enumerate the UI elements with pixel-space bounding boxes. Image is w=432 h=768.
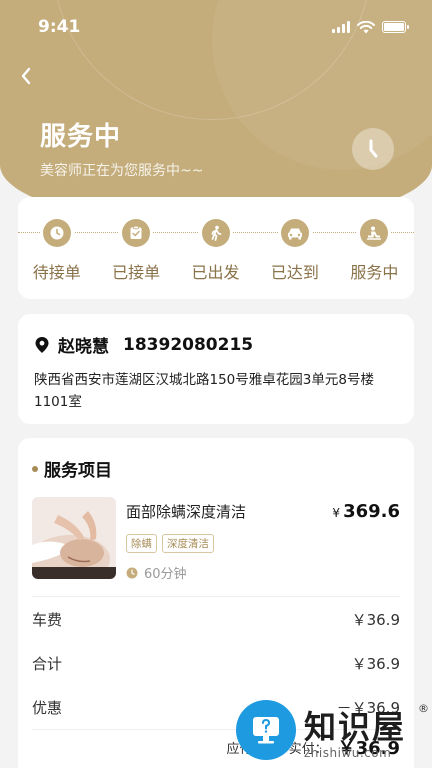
service-duration: 60分钟	[126, 563, 400, 582]
service-info: 面部除螨深度清洁 ¥369.6 除螨 深度清洁 60分钟	[126, 497, 400, 582]
address-detail: 陕西省西安市莲湖区汉城北路150号雅卓花园3单元8号楼1101室	[34, 372, 374, 410]
help-monitor-icon	[253, 717, 279, 744]
wifi-icon	[357, 20, 375, 33]
battery-icon	[382, 21, 409, 33]
watermark-url: zhishiwu.com	[304, 746, 392, 760]
address-header: 赵晓慧 18392080215	[34, 332, 398, 357]
order-progress-card: 待接单 已接单 已出发 已达到 服务中	[18, 197, 414, 299]
fee-value: ￥36.9	[351, 654, 400, 673]
signal-icon	[332, 21, 350, 33]
step-label: 已出发	[191, 263, 240, 282]
fee-label: 车费	[32, 610, 63, 629]
service-tag: 除螨	[126, 534, 157, 553]
status-icons	[332, 20, 409, 34]
fee-row-car: 车费 ￥36.9	[32, 597, 400, 641]
progress-steps: 待接单 已接单 已出发 已达到 服务中	[18, 219, 414, 283]
car-icon	[280, 219, 309, 247]
address-card[interactable]: 赵晓慧 18392080215 陕西省西安市莲湖区汉城北路150号雅卓花园3单元…	[18, 314, 414, 424]
customer-phone: 18392080215	[123, 334, 254, 355]
service-section-header: 服务项目	[32, 456, 400, 481]
step-in-service: 服务中	[335, 219, 414, 283]
status-bar: 9:41	[0, 0, 432, 54]
page-subtitle: 美容师正在为您服务中~~	[40, 163, 204, 179]
step-departed: 已出发	[176, 219, 255, 283]
step-arrived: 已达到	[255, 219, 334, 283]
watermark-text: 知识屋	[304, 708, 407, 746]
page-title: 服务中	[40, 122, 122, 152]
customer-name: 赵晓慧	[58, 337, 109, 357]
service-thumbnail	[32, 497, 116, 579]
currency-symbol: ¥	[332, 506, 341, 520]
watermark: 知识屋 ® zhishiwu.com	[236, 700, 432, 768]
back-button[interactable]	[14, 62, 38, 90]
clock-icon	[42, 219, 71, 247]
clipboard-check-icon	[122, 219, 151, 247]
service-price-value: 369.6	[343, 501, 400, 522]
step-label: 待接单	[32, 263, 81, 282]
fee-label: 合计	[32, 654, 63, 673]
service-tag: 深度清洁	[162, 534, 214, 553]
massage-icon	[360, 219, 389, 247]
clock-icon	[126, 567, 138, 578]
step-label: 已达到	[270, 263, 319, 282]
status-time: 9:41	[38, 17, 81, 37]
section-dot	[32, 465, 38, 472]
service-price: ¥369.6	[332, 501, 400, 522]
location-pin-icon	[35, 336, 49, 353]
fee-value: ￥36.9	[351, 610, 400, 629]
watermark-registered: ®	[418, 702, 429, 715]
step-accepted: 已接单	[96, 219, 175, 283]
step-label: 服务中	[350, 263, 399, 282]
service-section-title: 服务项目	[44, 461, 112, 481]
service-item[interactable]: 面部除螨深度清洁 ¥369.6 除螨 深度清洁 60分钟	[32, 497, 400, 582]
time-button[interactable]	[352, 128, 394, 170]
duration-text: 60分钟	[144, 567, 187, 582]
watermark-logo	[236, 700, 296, 760]
fee-row-subtotal: 合计 ￥36.9	[32, 641, 400, 685]
service-tags: 除螨 深度清洁	[126, 534, 400, 553]
step-label: 已接单	[112, 263, 161, 282]
fee-label: 优惠	[32, 698, 63, 717]
clock-icon	[369, 139, 378, 158]
step-pending: 待接单	[17, 219, 96, 283]
chevron-left-icon	[21, 67, 31, 85]
walking-icon	[201, 219, 230, 247]
